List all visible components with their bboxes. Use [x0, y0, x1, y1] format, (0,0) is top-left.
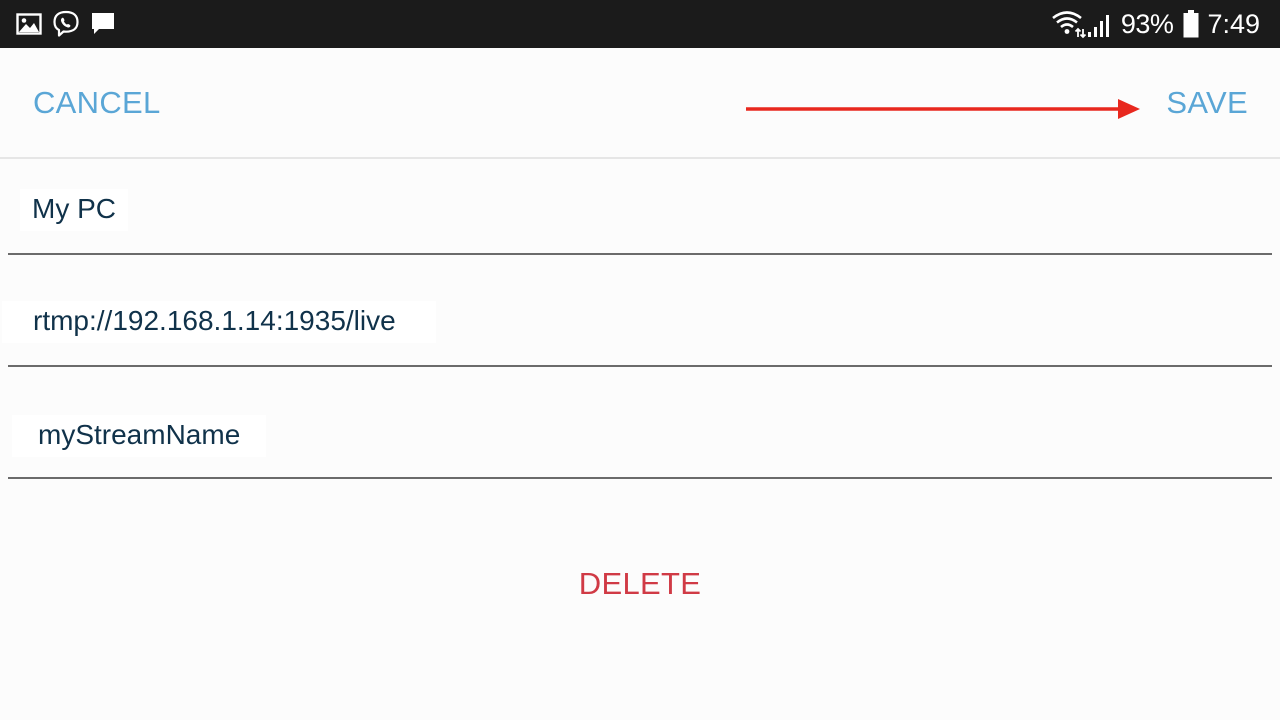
- message-icon: [92, 13, 114, 34]
- battery-icon: [1183, 10, 1199, 38]
- clock: 7:49: [1207, 8, 1260, 39]
- battery-percent: 93%: [1120, 8, 1174, 39]
- delete-label[interactable]: DELETE: [579, 566, 701, 601]
- url-field[interactable]: rtmp://192.168.1.14:1935/live: [2, 271, 1272, 367]
- annotation-arrow: [746, 99, 1140, 119]
- status-bar: 93% 7:49: [0, 0, 1280, 48]
- name-field[interactable]: My PC: [8, 159, 1272, 255]
- cancel-button[interactable]: CANCEL: [33, 85, 161, 121]
- stream-name-field[interactable]: myStreamName: [8, 383, 1272, 479]
- system-indicators: 93% 7:49: [1051, 8, 1260, 40]
- delete-button[interactable]: DELETE: [0, 566, 1280, 602]
- save-button[interactable]: SAVE: [1166, 85, 1248, 121]
- notification-icons: [16, 10, 116, 38]
- action-bar: CANCEL SAVE: [0, 48, 1280, 159]
- stream-name-input-value[interactable]: myStreamName: [12, 415, 267, 457]
- name-input-value[interactable]: My PC: [20, 189, 128, 231]
- cellular-signal-icon: [1087, 15, 1109, 37]
- wifi-icon: [1052, 11, 1087, 39]
- image-icon: [16, 13, 42, 35]
- viber-icon: [53, 10, 79, 37]
- url-input-value[interactable]: rtmp://192.168.1.14:1935/live: [2, 301, 436, 343]
